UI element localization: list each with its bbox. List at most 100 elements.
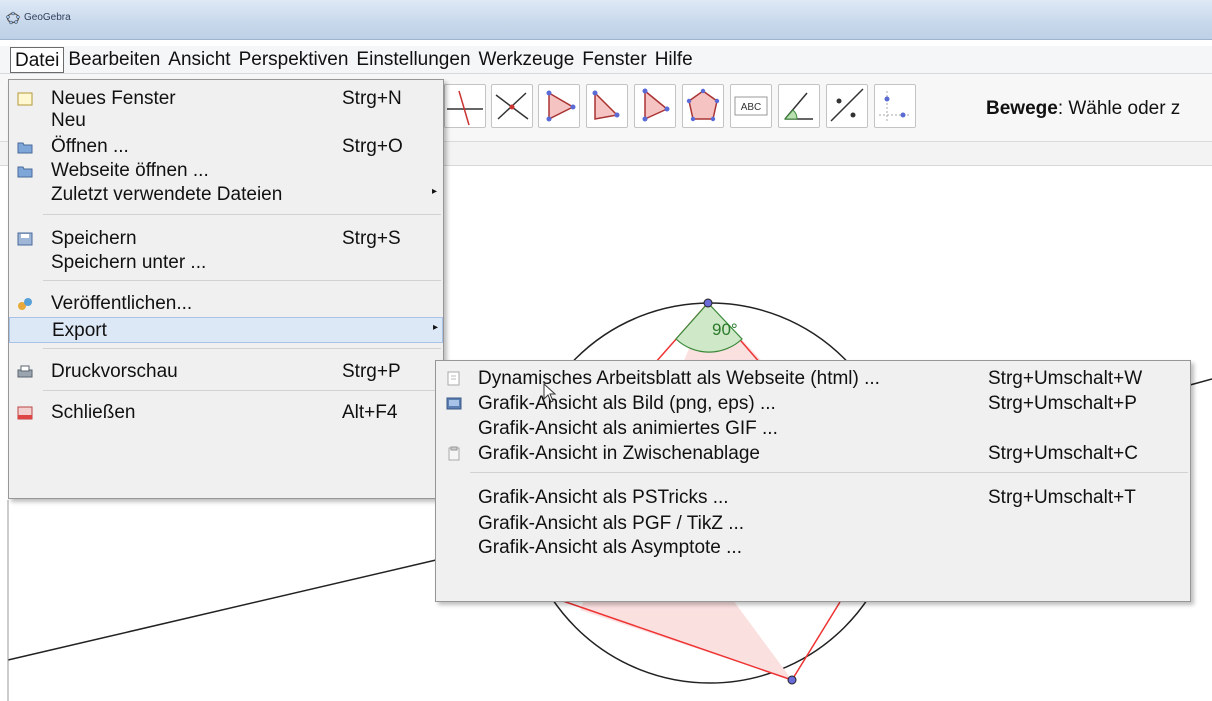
folder-icon	[17, 142, 33, 154]
menu-item-neu[interactable]: Neu	[9, 108, 443, 134]
menu-item-schliessen[interactable]: Schließen Alt+F4	[9, 400, 443, 426]
export-item-shortcut: Strg+Umschalt+T	[988, 487, 1136, 508]
menu-bearbeiten[interactable]: Bearbeiten	[64, 47, 164, 73]
intersect-icon	[495, 92, 529, 120]
menu-item-export[interactable]: Export ▸	[9, 317, 443, 343]
menu-item-speichern[interactable]: Speichern Strg+S	[9, 226, 443, 252]
export-item-label: Grafik-Ansicht in Zwischenablage	[478, 443, 760, 464]
vector-polygon-tool[interactable]	[586, 84, 628, 128]
polygon-tool[interactable]	[538, 84, 580, 128]
text-tool[interactable]: ABC	[730, 84, 772, 128]
menu-item-label: Speichern unter ...	[51, 252, 207, 273]
image-export-icon	[446, 397, 462, 410]
menu-bar: Datei Bearbeiten Ansicht Perspektiven Ei…	[0, 46, 1212, 74]
export-item-asymptote[interactable]: Grafik-Ansicht als Asymptote ...	[436, 535, 1190, 561]
perpendicular-line-icon	[447, 90, 483, 126]
close-window-icon	[17, 406, 33, 420]
line[interactable]	[1189, 378, 1212, 386]
menu-separator	[43, 390, 441, 391]
datei-menu: Neues Fenster Strg+N Neu Öffnen ... Strg…	[8, 79, 444, 499]
move-graphics-icon	[879, 91, 911, 121]
intersect-tool[interactable]	[491, 84, 533, 128]
menu-datei[interactable]: Datei	[10, 46, 65, 73]
menu-item-veroeffentlichen[interactable]: Veröffentlichen...	[9, 291, 443, 317]
menu-item-label: Neu	[51, 110, 86, 131]
submenu-arrow-icon: ▸	[433, 322, 439, 333]
reflect-tool[interactable]	[826, 84, 868, 128]
export-item-label: Dynamisches Arbeitsblatt als Webseite (h…	[478, 368, 880, 389]
menu-separator	[470, 472, 1188, 473]
clipboard-icon	[448, 446, 460, 461]
menu-hilfe[interactable]: Hilfe	[651, 47, 697, 73]
svg-text:ABC: ABC	[741, 102, 762, 113]
html-export-icon	[447, 371, 460, 386]
menu-item-label: Veröffentlichen...	[51, 293, 193, 314]
menu-item-label: Neues Fenster	[51, 88, 176, 109]
menu-item-shortcut: Strg+P	[342, 361, 401, 382]
menu-werkzeuge[interactable]: Werkzeuge	[475, 47, 579, 73]
save-icon	[17, 232, 33, 246]
menu-item-webseite-oeffnen[interactable]: Webseite öffnen ...	[9, 158, 443, 184]
menu-einstellungen[interactable]: Einstellungen	[352, 47, 474, 73]
title-bar: GeoGebra	[0, 0, 1212, 40]
menu-item-label: Schließen	[51, 402, 136, 423]
export-item-label: Grafik-Ansicht als Bild (png, eps) ...	[478, 393, 776, 414]
tool-hint-name: Bewege	[986, 98, 1058, 119]
menu-item-zuletzt-verwendet[interactable]: Zuletzt verwendete Dateien ▸	[9, 182, 443, 208]
menu-item-label: Export	[52, 320, 107, 341]
line[interactable]	[7, 559, 437, 661]
menu-item-shortcut: Strg+O	[342, 136, 403, 157]
export-item-clipboard[interactable]: Grafik-Ansicht in Zwischenablage Strg+Um…	[436, 441, 1190, 467]
folder-icon	[17, 166, 33, 178]
geogebra-logo-icon	[6, 11, 20, 25]
menu-item-speichern-unter[interactable]: Speichern unter ...	[9, 250, 443, 276]
vector-icon	[592, 90, 620, 120]
point[interactable]	[787, 675, 797, 685]
menu-item-label: Druckvorschau	[51, 361, 178, 382]
export-item-shortcut: Strg+Umschalt+P	[988, 393, 1137, 414]
new-window-icon	[17, 92, 33, 106]
regular-polygon-icon	[686, 88, 720, 122]
regular-polygon-tool[interactable]	[682, 84, 724, 128]
menu-item-shortcut: Strg+N	[342, 88, 402, 109]
export-item-shortcut: Strg+Umschalt+C	[988, 443, 1138, 464]
polygon-edge[interactable]	[791, 601, 841, 681]
export-item-label: Grafik-Ansicht als Asymptote ...	[478, 537, 742, 558]
tool-hint: Bewege: Wähle oder z	[986, 98, 1180, 120]
angle-label: 90°	[712, 320, 738, 339]
export-item-pstricks[interactable]: Grafik-Ansicht als PSTricks ... Strg+Ums…	[436, 485, 1190, 511]
menu-item-label: Speichern	[51, 228, 137, 249]
print-icon	[17, 365, 33, 378]
menu-item-shortcut: Alt+F4	[342, 402, 398, 423]
menu-item-label: Öffnen ...	[51, 136, 129, 157]
rigid-polygon-tool[interactable]	[634, 84, 676, 128]
export-item-label: Grafik-Ansicht als animiertes GIF ...	[478, 418, 778, 439]
menu-item-shortcut: Strg+S	[342, 228, 401, 249]
angle-icon	[783, 92, 813, 120]
menu-ansicht[interactable]: Ansicht	[164, 47, 234, 73]
perpendicular-line-tool[interactable]	[444, 84, 486, 128]
export-item-label: Grafik-Ansicht als PSTricks ...	[478, 487, 729, 508]
polygon-icon	[546, 90, 576, 122]
mouse-cursor-icon	[543, 383, 557, 403]
menu-separator	[43, 280, 441, 281]
menu-item-oeffnen[interactable]: Öffnen ... Strg+O	[9, 134, 443, 160]
submenu-arrow-icon: ▸	[432, 186, 438, 197]
menu-separator	[43, 214, 441, 215]
angle-tool[interactable]	[778, 84, 820, 128]
window-title: GeoGebra	[24, 12, 71, 23]
angle-polygon-icon	[642, 88, 670, 122]
reflect-icon	[830, 88, 864, 122]
menu-perspektiven[interactable]: Perspektiven	[235, 47, 353, 73]
export-item-label: Grafik-Ansicht als PGF / TikZ ...	[478, 513, 745, 534]
export-item-shortcut: Strg+Umschalt+W	[988, 368, 1143, 389]
menu-fenster[interactable]: Fenster	[578, 47, 650, 73]
export-item-gif[interactable]: Grafik-Ansicht als animiertes GIF ...	[436, 416, 1190, 442]
move-graphics-tool[interactable]	[874, 84, 916, 128]
menu-item-druckvorschau[interactable]: Druckvorschau Strg+P	[9, 359, 443, 385]
share-icon	[18, 298, 32, 310]
menu-item-label: Zuletzt verwendete Dateien	[51, 184, 283, 205]
export-item-pgf-tikz[interactable]: Grafik-Ansicht als PGF / TikZ ...	[436, 511, 1190, 537]
menu-item-label: Webseite öffnen ...	[51, 160, 209, 181]
point[interactable]	[703, 298, 713, 308]
